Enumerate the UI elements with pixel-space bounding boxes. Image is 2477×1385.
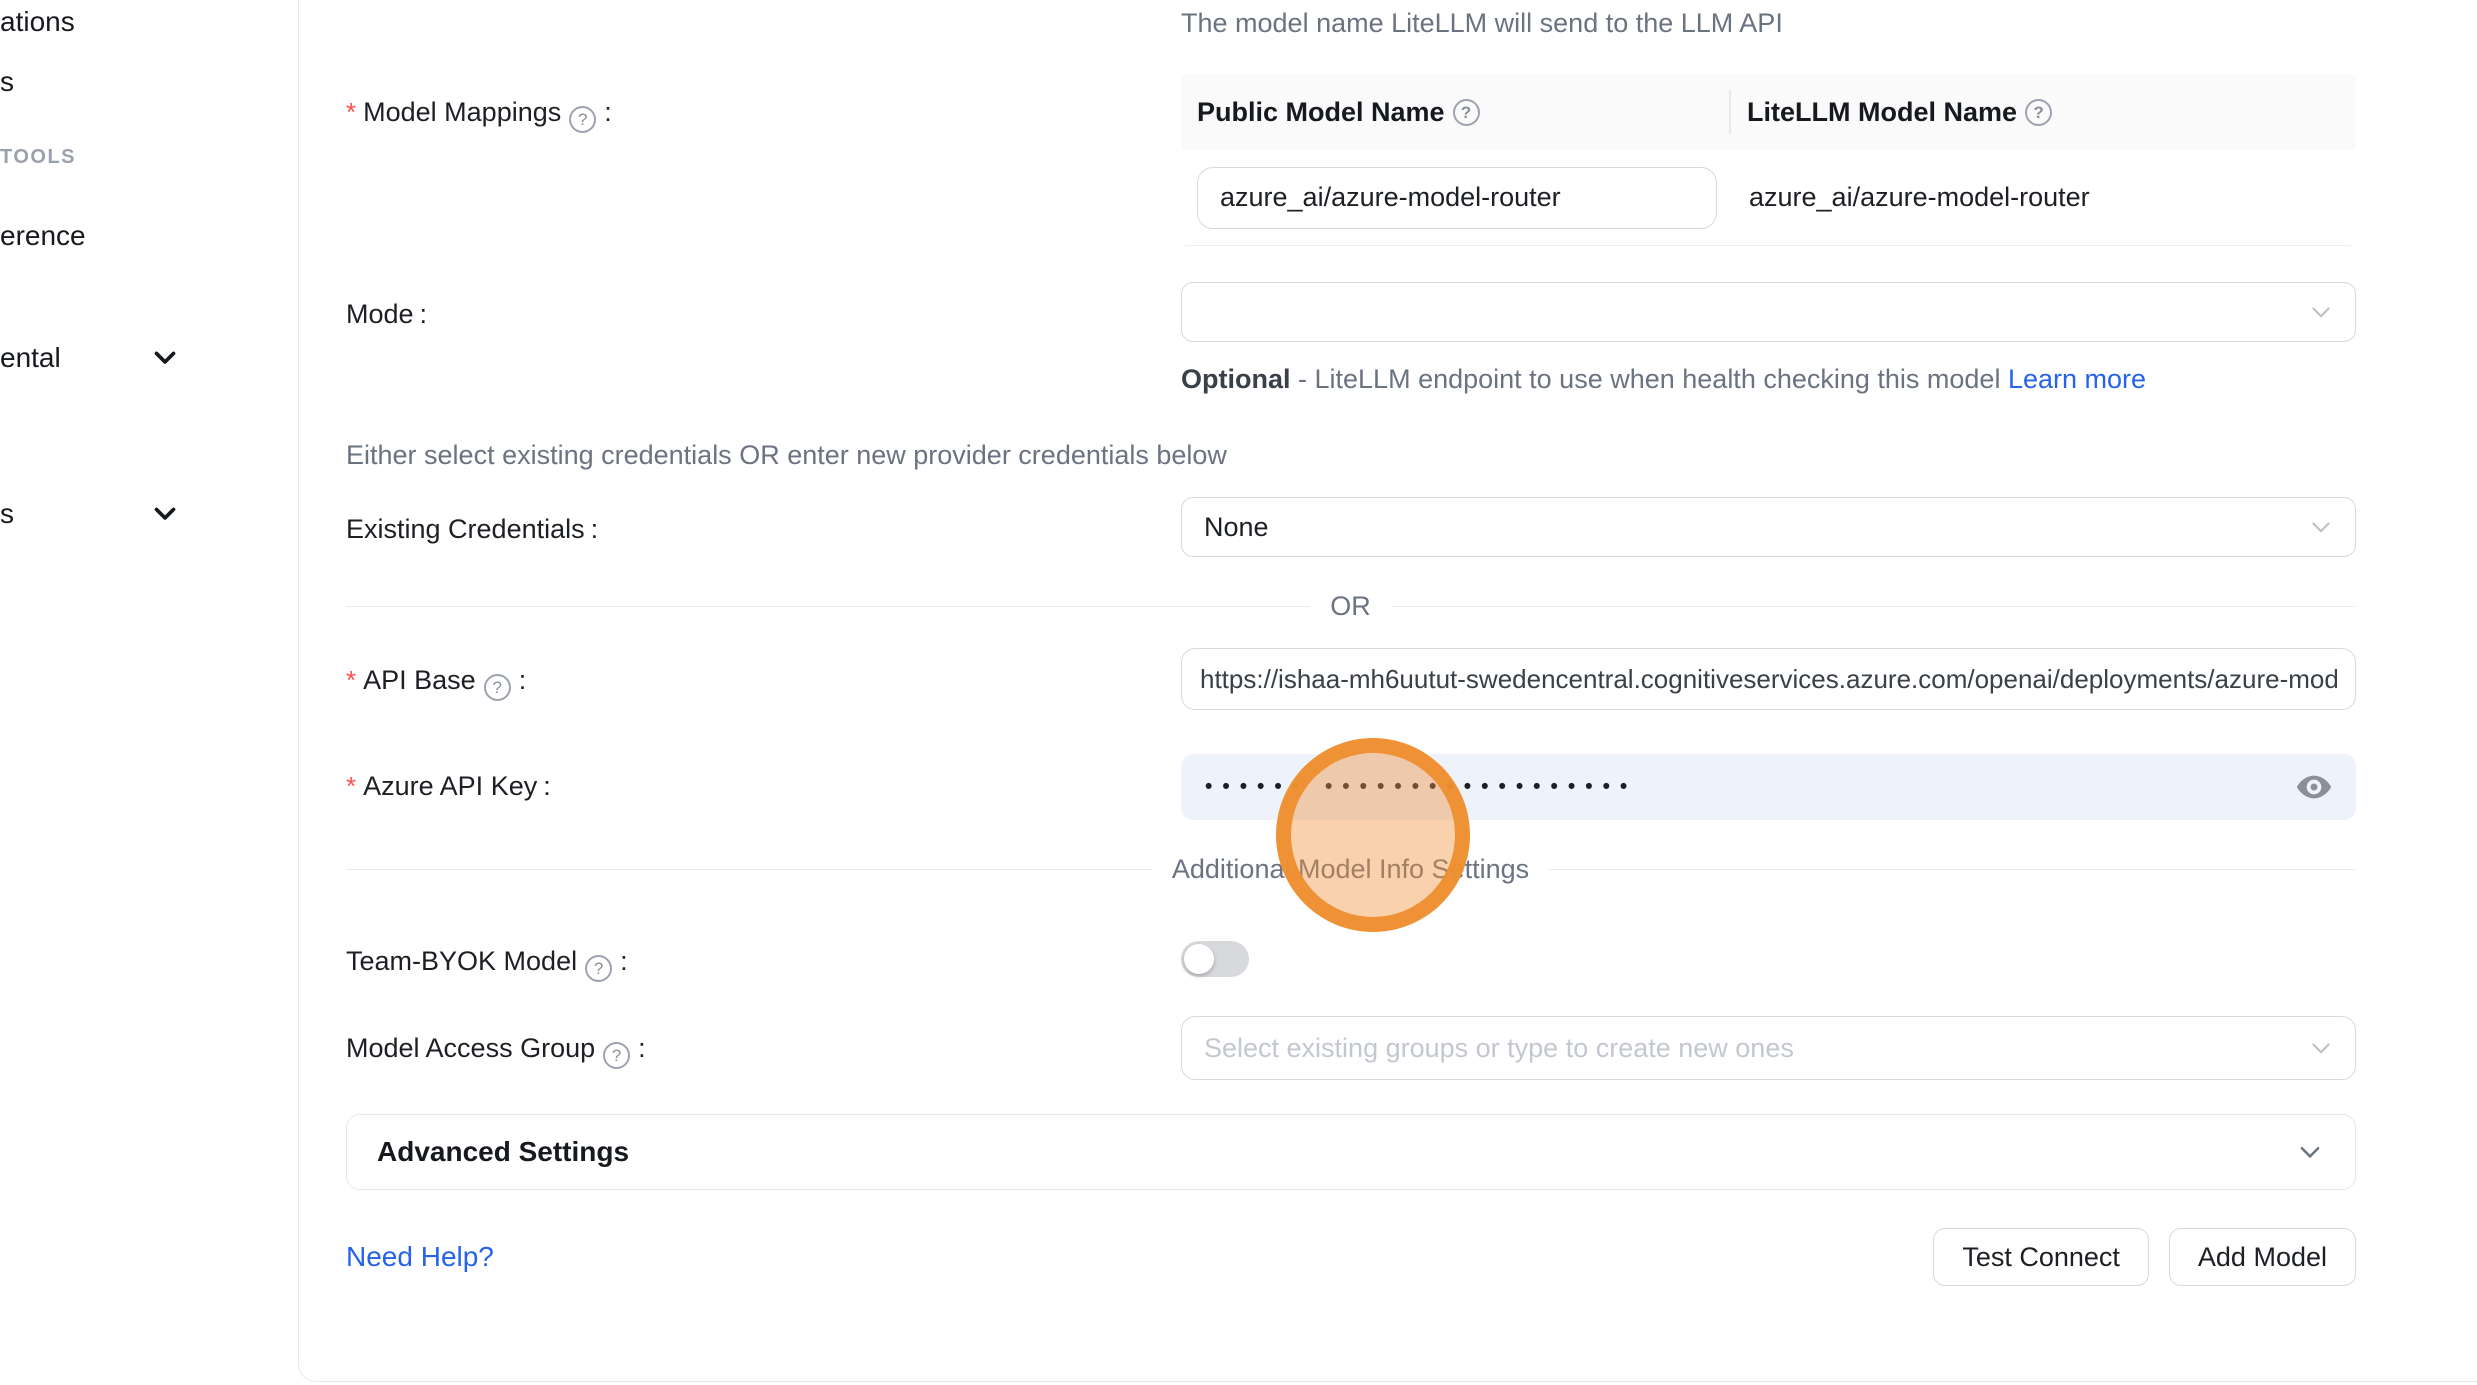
existing-credentials-select[interactable]: None	[1181, 497, 2356, 557]
table-header: Public Model Name? LiteLLM Model Name?	[1181, 74, 2356, 150]
model-mappings-row: *Model Mappings?: Public Model Name? Lit…	[346, 74, 2355, 246]
question-circle-icon[interactable]: ?	[2025, 99, 2052, 126]
existing-credentials-row: Existing Credentials: None	[346, 497, 2355, 557]
advanced-settings-toggle[interactable]: Advanced Settings	[346, 1114, 2356, 1190]
question-circle-icon[interactable]: ?	[569, 106, 596, 133]
sidebar-item[interactable]: erence	[0, 216, 86, 256]
required-mark: *	[346, 771, 356, 801]
chevron-down-icon	[2307, 1034, 2335, 1062]
api-base-input[interactable]	[1181, 648, 2356, 710]
model-access-group-select[interactable]: Select existing groups or type to create…	[1181, 1016, 2356, 1080]
question-circle-icon[interactable]: ?	[1453, 99, 1480, 126]
mode-row: Mode:	[346, 282, 2355, 342]
required-mark: *	[346, 97, 356, 127]
required-mark: *	[346, 665, 356, 695]
learn-more-link[interactable]: Learn more	[2008, 364, 2146, 394]
azure-api-key-label: *Azure API Key:	[346, 754, 1181, 804]
model-mappings-table: Public Model Name? LiteLLM Model Name? a…	[1181, 74, 2356, 246]
public-model-name-header: Public Model Name?	[1181, 90, 1731, 134]
model-access-group-row: Model Access Group?: Select existing gro…	[346, 1016, 2355, 1080]
azure-api-key-row: *Azure API Key: •••••• •••••••••••••••••…	[346, 754, 2355, 820]
add-model-screen: ations s TOOLS erence ental s The model …	[0, 0, 2477, 1385]
mode-select[interactable]	[1181, 282, 2356, 342]
credentials-note: Either select existing credentials OR en…	[346, 440, 2355, 471]
chevron-down-icon[interactable]	[148, 340, 182, 374]
team-byok-toggle[interactable]	[1181, 941, 1249, 977]
chevron-down-icon	[2307, 298, 2335, 326]
or-divider: OR	[346, 591, 2355, 622]
question-circle-icon[interactable]: ?	[484, 674, 511, 701]
eye-icon[interactable]	[2294, 767, 2334, 807]
sidebar-item[interactable]: s	[0, 494, 14, 534]
model-mappings-label: *Model Mappings?:	[346, 74, 1181, 133]
azure-api-key-input[interactable]: •••••• ••••••••••••••••••	[1181, 754, 2356, 820]
advanced-settings-title: Advanced Settings	[377, 1136, 629, 1168]
litellm-model-name-header: LiteLLM Model Name?	[1731, 97, 2356, 128]
public-model-name-input[interactable]	[1197, 167, 1717, 229]
add-model-button[interactable]: Add Model	[2169, 1228, 2356, 1286]
question-circle-icon[interactable]: ?	[585, 955, 612, 982]
masked-api-key: •••••• ••••••••••••••••••	[1205, 775, 1637, 799]
sidebar-item[interactable]: s	[0, 62, 14, 102]
team-byok-row: Team-BYOK Model?:	[346, 929, 2355, 982]
sidebar-section-tools: TOOLS	[0, 146, 76, 169]
question-circle-icon[interactable]: ?	[603, 1042, 630, 1069]
chevron-down-icon	[2307, 513, 2335, 541]
api-base-row: *API Base?:	[346, 648, 2355, 710]
toggle-knob	[1184, 944, 1214, 974]
additional-settings-divider: Additional Model Info Settings	[346, 854, 2355, 885]
test-connect-button[interactable]: Test Connect	[1933, 1228, 2149, 1286]
sidebar-item[interactable]: ations	[0, 2, 75, 42]
team-byok-label: Team-BYOK Model?:	[346, 929, 1181, 982]
footer: Need Help? Test Connect Add Model	[346, 1228, 2356, 1286]
mode-help-text: Optional - LiteLLM endpoint to use when …	[1181, 358, 2161, 400]
mode-label: Mode:	[346, 282, 1181, 332]
litellm-model-name-value: azure_ai/azure-model-router	[1717, 182, 2090, 213]
model-access-group-label: Model Access Group?:	[346, 1016, 1181, 1069]
existing-credentials-value: None	[1204, 512, 1269, 543]
model-access-group-placeholder: Select existing groups or type to create…	[1204, 1033, 1794, 1064]
add-model-panel: The model name LiteLLM will send to the …	[298, 0, 2477, 1382]
sidebar-item[interactable]: ental	[0, 338, 61, 378]
table-row: azure_ai/azure-model-router	[1181, 150, 2356, 246]
chevron-down-icon[interactable]	[148, 496, 182, 530]
sidebar: ations s TOOLS erence ental s	[0, 0, 298, 1385]
model-name-hint: The model name LiteLLM will send to the …	[1181, 0, 2355, 48]
existing-credentials-label: Existing Credentials:	[346, 497, 1181, 547]
chevron-down-icon	[2295, 1137, 2325, 1167]
api-base-label: *API Base?:	[346, 648, 1181, 701]
need-help-link[interactable]: Need Help?	[346, 1241, 494, 1273]
